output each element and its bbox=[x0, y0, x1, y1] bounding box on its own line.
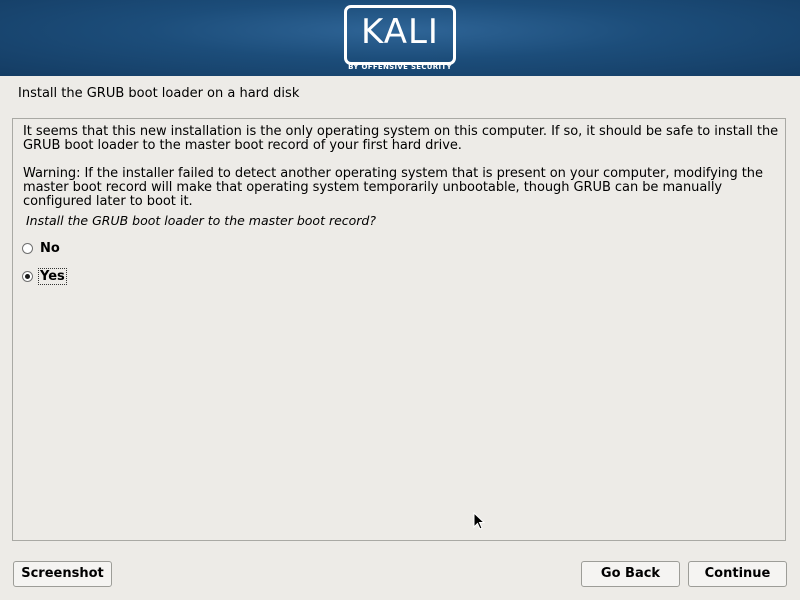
kali-logo: KALI BY OFFENSIVE SECURITY bbox=[344, 5, 456, 73]
header-banner: KALI BY OFFENSIVE SECURITY bbox=[0, 0, 800, 76]
info-paragraph: It seems that this new installation is t… bbox=[23, 124, 779, 153]
option-yes[interactable]: Yes bbox=[22, 267, 67, 285]
logo-subtitle: BY OFFENSIVE SECURITY bbox=[348, 63, 452, 71]
screenshot-button[interactable]: Screenshot bbox=[13, 561, 112, 587]
page-title: Install the GRUB boot loader on a hard d… bbox=[18, 86, 300, 101]
option-no[interactable]: No bbox=[22, 239, 61, 257]
logo-text: KALI bbox=[361, 12, 439, 52]
continue-button[interactable]: Continue bbox=[688, 561, 787, 587]
radio-yes[interactable] bbox=[22, 270, 33, 282]
warning-paragraph: Warning: If the installer failed to dete… bbox=[23, 166, 763, 209]
radio-no[interactable] bbox=[22, 242, 33, 254]
mouse-pointer-icon bbox=[473, 512, 485, 530]
go-back-button[interactable]: Go Back bbox=[581, 561, 680, 587]
option-yes-label[interactable]: Yes bbox=[38, 267, 67, 285]
question-label: Install the GRUB boot loader to the mast… bbox=[26, 213, 377, 228]
option-no-label[interactable]: No bbox=[39, 241, 61, 256]
content-panel: It seems that this new installation is t… bbox=[12, 118, 786, 541]
